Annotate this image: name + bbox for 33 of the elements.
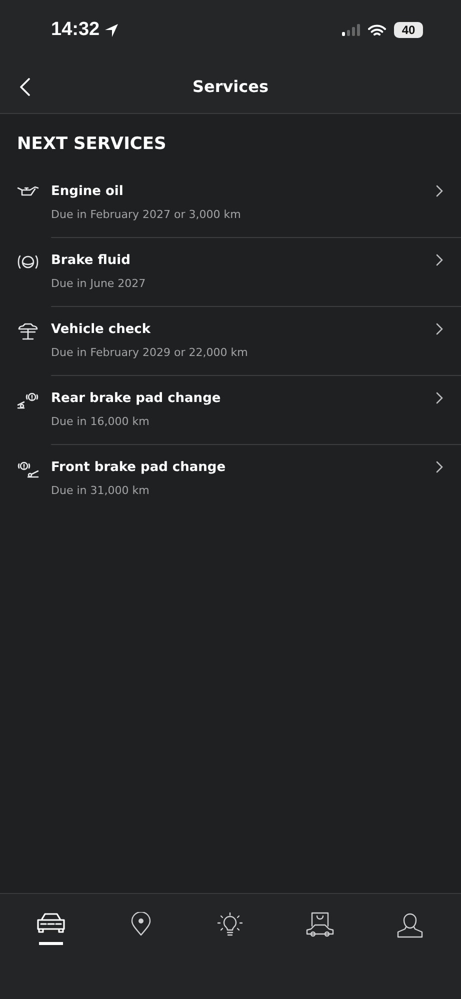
page-title: Services	[192, 77, 269, 96]
battery-level: 40	[394, 22, 423, 38]
brake-fluid-icon	[17, 254, 39, 270]
service-due-text: Due in 16,000 km	[51, 415, 150, 428]
chevron-right-icon[interactable]	[436, 254, 443, 266]
wifi-icon	[368, 24, 386, 36]
service-title[interactable]: Vehicle check	[51, 322, 436, 337]
service-due-text: Due in 31,000 km	[51, 484, 150, 497]
service-title[interactable]: Front brake pad change	[51, 460, 436, 475]
service-due-text: Due in February 2027 or 3,000 km	[51, 208, 242, 221]
service-title[interactable]: Rear brake pad change	[51, 391, 436, 406]
car-lift-icon	[17, 323, 39, 341]
back-chevron-icon	[20, 78, 30, 96]
status-time: 14:32	[51, 19, 100, 41]
service-due-text: Due in February 2029 or 22,000 km	[51, 346, 249, 359]
location-arrow-icon	[104, 22, 119, 38]
service-title[interactable]: Brake fluid	[51, 253, 436, 268]
service-due-text: Due in June 2027	[51, 277, 147, 290]
chevron-right-icon[interactable]	[436, 323, 443, 335]
signal-icon	[342, 24, 360, 36]
oil-can-icon	[17, 185, 39, 197]
chevron-right-icon[interactable]	[436, 392, 443, 404]
profile-icon	[396, 912, 424, 938]
section-heading: NEXT SERVICES	[16, 133, 168, 156]
brake-pad-icon	[17, 461, 39, 479]
light-bulb-icon	[217, 912, 244, 938]
brake-pad-icon	[17, 392, 39, 410]
chevron-right-icon[interactable]	[436, 185, 443, 197]
chevron-right-icon[interactable]	[436, 461, 443, 473]
location-pin-icon	[130, 912, 151, 936]
service-title[interactable]: Engine oil	[51, 184, 436, 199]
car-icon	[36, 912, 66, 934]
car-shopping-bag-icon	[305, 912, 336, 938]
